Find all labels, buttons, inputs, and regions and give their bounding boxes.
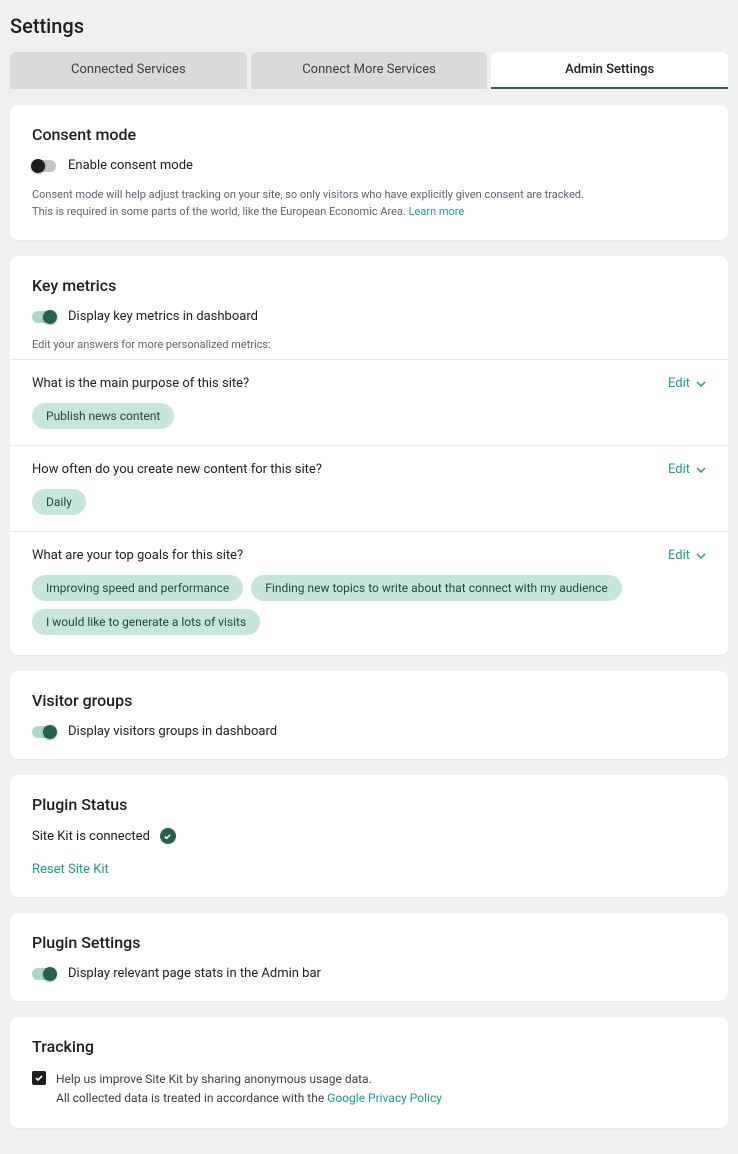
question-purpose: What is the main purpose of this site? E… <box>32 360 706 445</box>
page-title: Settings <box>10 14 728 38</box>
plugin-status-text: Site Kit is connected <box>32 829 150 844</box>
consent-learn-more-link[interactable]: Learn more <box>409 205 465 218</box>
edit-button[interactable]: Edit <box>668 462 706 477</box>
key-metrics-subhelp: Edit your answers for more personalized … <box>32 338 706 351</box>
consent-toggle-label: Enable consent mode <box>68 158 193 173</box>
tracking-checkbox-label: Help us improve Site Kit by sharing anon… <box>56 1070 442 1108</box>
chip: I would like to generate a lots of visit… <box>32 609 260 635</box>
plugin-settings-toggle-label: Display relevant page stats in the Admin… <box>68 966 321 981</box>
plugin-settings-card: Plugin Settings Display relevant page st… <box>10 913 728 1001</box>
plugin-settings-title: Plugin Settings <box>32 933 706 952</box>
consent-card: Consent mode Enable consent mode Consent… <box>10 105 728 240</box>
key-metrics-toggle-label: Display key metrics in dashboard <box>68 309 258 324</box>
check-icon <box>160 828 176 844</box>
visitor-groups-toggle[interactable] <box>32 726 56 738</box>
chevron-down-icon <box>696 551 706 561</box>
key-metrics-toggle[interactable] <box>32 311 56 323</box>
question-label: What is the main purpose of this site? <box>32 376 249 391</box>
edit-button[interactable]: Edit <box>668 548 706 563</box>
chip: Finding new topics to write about that c… <box>251 575 621 601</box>
key-metrics-card: Key metrics Display key metrics in dashb… <box>10 256 728 655</box>
tracking-title: Tracking <box>32 1037 706 1056</box>
privacy-policy-link[interactable]: Google Privacy Policy <box>327 1091 442 1105</box>
question-frequency: How often do you create new content for … <box>32 446 706 531</box>
chip: Daily <box>32 489 86 515</box>
tab-connect-more-services[interactable]: Connect More Services <box>251 52 488 89</box>
visitor-groups-card: Visitor groups Display visitors groups i… <box>10 671 728 759</box>
tracking-card: Tracking Help us improve Site Kit by sha… <box>10 1017 728 1128</box>
chevron-down-icon <box>696 379 706 389</box>
visitor-groups-toggle-label: Display visitors groups in dashboard <box>68 724 277 739</box>
tab-connected-services[interactable]: Connected Services <box>10 52 247 89</box>
question-goals: What are your top goals for this site? E… <box>32 532 706 635</box>
consent-help: Consent mode will help adjust tracking o… <box>32 187 706 220</box>
question-label: What are your top goals for this site? <box>32 548 243 563</box>
question-label: How often do you create new content for … <box>32 462 322 477</box>
tab-admin-settings[interactable]: Admin Settings <box>491 52 728 89</box>
visitor-groups-title: Visitor groups <box>32 691 706 710</box>
consent-toggle[interactable] <box>32 160 56 172</box>
chip: Improving speed and performance <box>32 575 243 601</box>
plugin-status-title: Plugin Status <box>32 795 706 814</box>
tracking-checkbox[interactable] <box>32 1071 46 1085</box>
edit-button[interactable]: Edit <box>668 376 706 391</box>
reset-site-kit-link[interactable]: Reset Site Kit <box>32 862 706 877</box>
plugin-settings-toggle[interactable] <box>32 968 56 980</box>
consent-title: Consent mode <box>32 125 706 144</box>
chip: Publish news content <box>32 403 174 429</box>
chevron-down-icon <box>696 465 706 475</box>
key-metrics-title: Key metrics <box>32 276 706 295</box>
plugin-status-card: Plugin Status Site Kit is connected Rese… <box>10 775 728 897</box>
settings-tabs: Connected Services Connect More Services… <box>10 52 728 89</box>
